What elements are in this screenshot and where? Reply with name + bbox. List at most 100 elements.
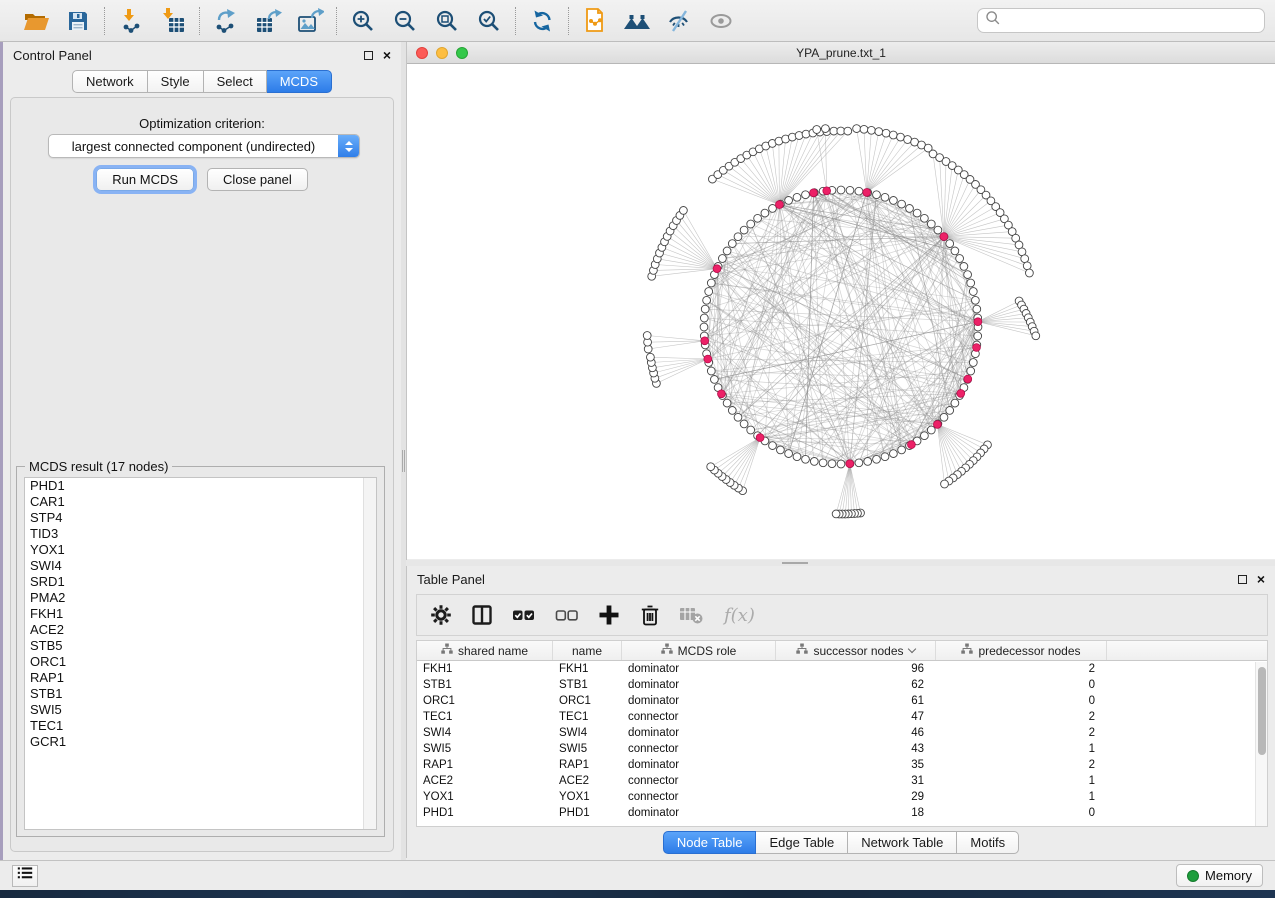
- mcds-result-item[interactable]: STB5: [25, 638, 376, 654]
- mcds-result-item[interactable]: FKH1: [25, 606, 376, 622]
- table-row[interactable]: PHD1PHD1dominator180: [417, 805, 1267, 821]
- search-box[interactable]: [977, 8, 1265, 33]
- column-header-MCDS-role[interactable]: MCDS role: [622, 641, 776, 660]
- table-row[interactable]: FKH1FKH1dominator962: [417, 661, 1267, 677]
- export-image-icon[interactable]: [296, 7, 324, 35]
- mcds-result-item[interactable]: STB1: [25, 686, 376, 702]
- zoom-selected-icon[interactable]: [475, 7, 503, 35]
- node-table: shared namenameMCDS rolesuccessor nodesp…: [416, 640, 1268, 827]
- table-panel-header: Table Panel ×: [407, 566, 1275, 592]
- tab-network[interactable]: Network: [72, 70, 148, 93]
- mcds-result-item[interactable]: SRD1: [25, 574, 376, 590]
- search-icon: [984, 9, 1002, 32]
- tab-edge-table[interactable]: Edge Table: [756, 831, 848, 854]
- mcds-result-item[interactable]: SWI5: [25, 702, 376, 718]
- deselect-all-icon[interactable]: [554, 600, 580, 630]
- trash-icon[interactable]: [638, 600, 662, 630]
- task-history-button[interactable]: [12, 865, 38, 887]
- control-panel: Control Panel × NetworkStyleSelectMCDS O…: [3, 42, 401, 860]
- memory-status-icon: [1187, 870, 1199, 882]
- network-canvas[interactable]: [407, 64, 1275, 559]
- zoom-out-icon[interactable]: [391, 7, 419, 35]
- function-icon[interactable]: f(x): [722, 600, 758, 630]
- table-row[interactable]: ACE2ACE2connector311: [417, 773, 1267, 789]
- control-panel-header: Control Panel ×: [3, 42, 401, 68]
- float-panel-icon[interactable]: [364, 51, 373, 60]
- column-header-predecessor-nodes[interactable]: predecessor nodes: [936, 641, 1107, 660]
- import-table-icon[interactable]: [159, 7, 187, 35]
- save-icon[interactable]: [64, 7, 92, 35]
- mcds-result-item[interactable]: GCR1: [25, 734, 376, 750]
- maximize-window-icon[interactable]: [456, 47, 468, 59]
- table-row[interactable]: SWI4SWI4dominator462: [417, 725, 1267, 741]
- column-header-name[interactable]: name: [553, 641, 622, 660]
- mcds-result-item[interactable]: SWI4: [25, 558, 376, 574]
- refresh-icon[interactable]: [528, 7, 556, 35]
- import-network-icon[interactable]: [117, 7, 145, 35]
- mcds-result-item[interactable]: ORC1: [25, 654, 376, 670]
- mcds-result-item[interactable]: CAR1: [25, 494, 376, 510]
- criterion-dropdown[interactable]: largest connected component (undirected): [48, 134, 360, 158]
- tab-node-table[interactable]: Node Table: [663, 831, 757, 854]
- column-header-shared-name[interactable]: shared name: [417, 641, 553, 660]
- table-rows: FKH1FKH1dominator962STB1STB1dominator620…: [417, 661, 1267, 821]
- mcds-result-item[interactable]: RAP1: [25, 670, 376, 686]
- criterion-value: largest connected component (undirected): [49, 139, 338, 154]
- desktop-wallpaper-strip: [0, 890, 1275, 898]
- table-row[interactable]: YOX1YOX1connector291: [417, 789, 1267, 805]
- gear-icon[interactable]: [429, 600, 453, 630]
- column-type-icon: [961, 643, 973, 658]
- table-row[interactable]: TEC1TEC1connector472: [417, 709, 1267, 725]
- minimize-window-icon[interactable]: [436, 47, 448, 59]
- show-all-icon[interactable]: [707, 7, 735, 35]
- table-row[interactable]: ORC1ORC1dominator610: [417, 693, 1267, 709]
- list-icon: [16, 865, 34, 886]
- tab-network-table[interactable]: Network Table: [848, 831, 957, 854]
- mcds-result-item[interactable]: PMA2: [25, 590, 376, 606]
- table-row[interactable]: RAP1RAP1dominator352: [417, 757, 1267, 773]
- mcds-panel-body: Optimization criterion: largest connecte…: [10, 97, 394, 852]
- dropdown-stepper-icon: [338, 134, 359, 158]
- mcds-result-list[interactable]: PHD1CAR1STP4TID3YOX1SWI4SRD1PMA2FKH1ACE2…: [24, 477, 377, 830]
- first-neighbors-icon[interactable]: [623, 7, 651, 35]
- float-table-panel-icon[interactable]: [1238, 575, 1247, 584]
- mcds-result-item[interactable]: YOX1: [25, 542, 376, 558]
- table-row[interactable]: STB1STB1dominator620: [417, 677, 1267, 693]
- add-icon[interactable]: [597, 600, 621, 630]
- search-input[interactable]: [1002, 14, 1258, 28]
- export-table-icon[interactable]: [254, 7, 282, 35]
- open-icon[interactable]: [22, 7, 50, 35]
- zoom-in-icon[interactable]: [349, 7, 377, 35]
- close-panel-button[interactable]: Close panel: [207, 168, 308, 191]
- table-scrollbar-thumb[interactable]: [1258, 667, 1266, 755]
- close-panel-icon[interactable]: ×: [383, 50, 391, 60]
- close-table-panel-icon[interactable]: ×: [1257, 574, 1265, 584]
- tab-mcds[interactable]: MCDS: [267, 70, 332, 93]
- memory-button[interactable]: Memory: [1176, 864, 1263, 887]
- table-row[interactable]: SWI5SWI5connector431: [417, 741, 1267, 757]
- mcds-result-item[interactable]: PHD1: [25, 478, 376, 494]
- mcds-list-scrollbar[interactable]: [363, 478, 376, 829]
- mcds-result-item[interactable]: TID3: [25, 526, 376, 542]
- tab-select[interactable]: Select: [204, 70, 267, 93]
- mcds-result-item[interactable]: STP4: [25, 510, 376, 526]
- copy-network-icon[interactable]: [581, 7, 609, 35]
- zoom-fit-icon[interactable]: [433, 7, 461, 35]
- tab-style[interactable]: Style: [148, 70, 204, 93]
- table-scrollbar[interactable]: [1255, 662, 1267, 826]
- run-mcds-button[interactable]: Run MCDS: [96, 168, 194, 191]
- tab-motifs[interactable]: Motifs: [957, 831, 1019, 854]
- split-view-icon[interactable]: [470, 600, 494, 630]
- hide-selected-icon[interactable]: [665, 7, 693, 35]
- column-type-icon: [441, 643, 453, 658]
- mcds-result-item[interactable]: TEC1: [25, 718, 376, 734]
- close-window-icon[interactable]: [416, 47, 428, 59]
- delete-table-icon[interactable]: [679, 600, 705, 630]
- table-header-row: shared namenameMCDS rolesuccessor nodesp…: [417, 641, 1267, 661]
- export-network-icon[interactable]: [212, 7, 240, 35]
- mcds-result-item[interactable]: ACE2: [25, 622, 376, 638]
- column-header-successor-nodes[interactable]: successor nodes: [776, 641, 936, 660]
- select-all-icon[interactable]: [511, 600, 537, 630]
- network-title: YPA_prune.txt_1: [796, 46, 886, 60]
- optimization-label: Optimization criterion:: [11, 116, 393, 131]
